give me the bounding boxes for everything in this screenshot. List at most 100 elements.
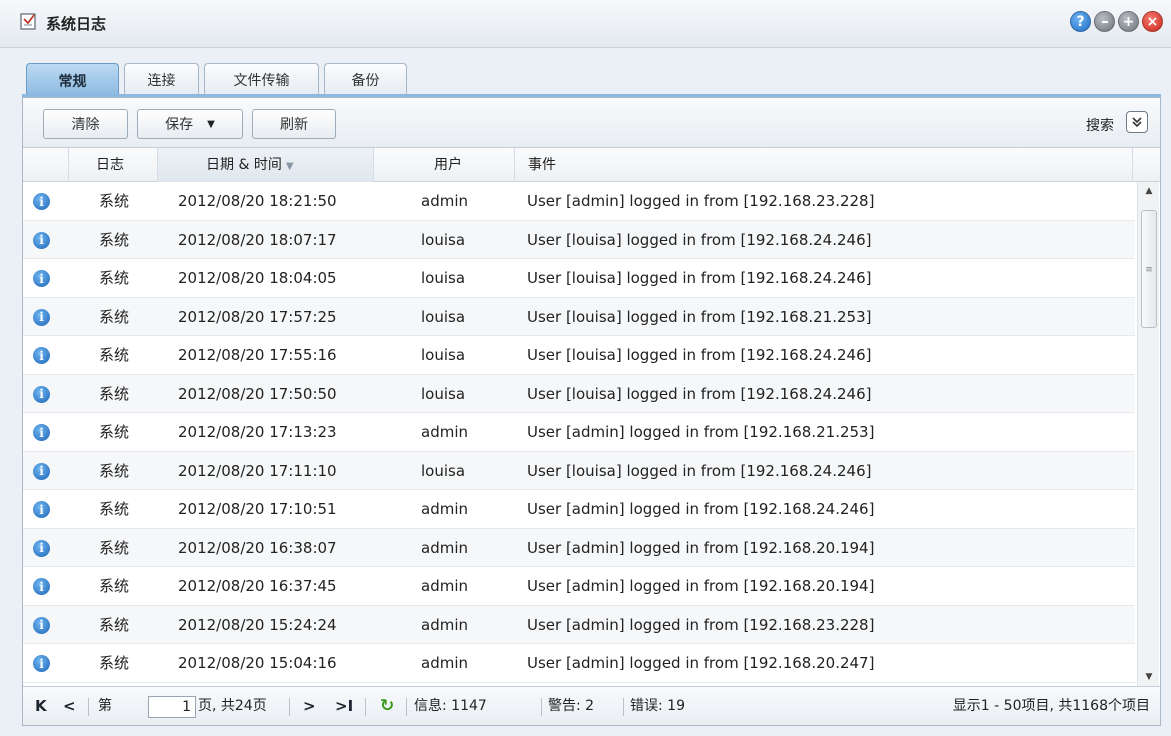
cell-user: louisa	[421, 346, 466, 364]
cell-event: User [louisa] logged in from [192.168.24…	[527, 230, 872, 249]
table-row[interactable]: i 系统 2012/08/20 17:57:25 louisa User [louisa…	[23, 297, 1135, 336]
tab-connection[interactable]: 连接	[124, 63, 199, 95]
cell-user: admin	[421, 192, 468, 210]
info-icon: i	[33, 231, 50, 249]
warning-count: 警告: 2	[548, 698, 595, 714]
maximize-icon[interactable]: +	[1118, 11, 1139, 32]
cell-user: louisa	[421, 461, 466, 480]
prev-page-icon[interactable]: <	[63, 687, 76, 726]
page-prefix: 第	[98, 698, 112, 714]
cell-datetime: 2012/08/20 18:07:17	[178, 230, 337, 249]
cell-event: User [admin] logged in from [192.168.20.…	[527, 654, 875, 672]
cell-user: admin	[421, 423, 468, 441]
refresh-button[interactable]: 刷新	[252, 109, 336, 139]
log-app-icon	[20, 13, 36, 30]
table-row[interactable]: i 系统 2012/08/20 18:07:17 louisa User [louisa…	[23, 220, 1135, 259]
separator	[623, 698, 624, 716]
header-icon-column	[23, 148, 69, 182]
expand-search-icon[interactable]	[1126, 111, 1148, 133]
search-label[interactable]: 搜索	[1086, 115, 1114, 135]
cell-user: admin	[421, 538, 468, 557]
table-row[interactable]: i 系统 2012/08/20 18:21:50 admin User [admin] …	[23, 182, 1135, 221]
tab-backup[interactable]: 备份	[324, 63, 407, 95]
system-log-window: 系统日志 ? + × 常规 连接 文件传输 备份 清除 保存 ▼ 刷新 搜索 日…	[0, 0, 1171, 736]
table-row[interactable]: i 系统 2012/08/20 17:50:50 louisa User [louisa…	[23, 374, 1135, 413]
table-row[interactable]: i 系统 2012/08/20 16:37:45 admin User [admin] …	[23, 567, 1135, 606]
first-page-icon[interactable]: K	[35, 687, 47, 726]
header-datetime[interactable]: 日期 & 时间 ▼	[158, 148, 374, 182]
cell-event: User [louisa] logged in from [192.168.24…	[527, 346, 872, 364]
info-icon: i	[33, 539, 50, 557]
tab-general[interactable]: 常规	[26, 63, 119, 97]
info-icon: i	[33, 347, 50, 364]
header-log[interactable]: 日志	[69, 148, 158, 182]
header-user[interactable]: 用户	[374, 148, 515, 182]
cell-datetime: 2012/08/20 17:13:23	[178, 423, 337, 441]
cell-log: 系统	[99, 423, 130, 441]
cell-log: 系统	[99, 654, 130, 672]
table-row[interactable]: i 系统 2012/08/20 17:10:51 admin User [admin] …	[23, 490, 1135, 529]
cell-event: User [louisa] logged in from [192.168.21…	[527, 307, 872, 326]
help-icon[interactable]: ?	[1070, 11, 1091, 32]
scroll-down-icon[interactable]: ▼	[1138, 668, 1160, 686]
tab-bar: 常规 连接 文件传输 备份	[26, 63, 407, 97]
info-count: 信息: 1147	[414, 698, 487, 714]
table-row[interactable]: i 系统 2012/08/20 15:04:16 admin User [admin] …	[23, 644, 1135, 683]
window-controls: ? + ×	[1070, 11, 1163, 32]
sort-desc-icon: ▼	[285, 161, 294, 172]
scroll-up-icon[interactable]: ▲	[1138, 182, 1160, 200]
cell-event: User [louisa] logged in from [192.168.24…	[527, 269, 872, 287]
separator	[406, 698, 407, 716]
vertical-scrollbar[interactable]: ▲ ≡ ▼	[1137, 182, 1159, 686]
cell-log: 系统	[99, 538, 130, 557]
close-icon[interactable]: ×	[1142, 11, 1163, 32]
cell-datetime: 2012/08/20 17:10:51	[178, 500, 337, 518]
reload-icon[interactable]: ↻	[380, 687, 394, 726]
cell-event: User [admin] logged in from [192.168.20.…	[527, 577, 875, 595]
header-event[interactable]: 事件	[515, 148, 1133, 182]
cell-datetime: 2012/08/20 17:11:10	[178, 461, 337, 480]
cell-datetime: 2012/08/20 15:04:16	[178, 654, 337, 672]
info-icon: i	[33, 655, 50, 672]
tab-file-transfer[interactable]: 文件传输	[204, 63, 319, 95]
display-summary: 显示1 - 50项目, 共1168个项目	[952, 698, 1150, 714]
scroll-thumb[interactable]: ≡	[1141, 210, 1157, 328]
separator	[541, 698, 542, 716]
cell-datetime: 2012/08/20 16:38:07	[178, 538, 337, 557]
log-panel: 清除 保存 ▼ 刷新 搜索 日志 日期 & 时间 ▼ 用户 事件 i 系统 2012/…	[22, 97, 1161, 726]
cell-log: 系统	[99, 500, 130, 518]
clear-button[interactable]: 清除	[43, 109, 128, 139]
minimize-icon[interactable]	[1094, 11, 1115, 32]
info-icon: i	[33, 616, 50, 634]
cell-event: User [admin] logged in from [192.168.23.…	[527, 615, 875, 634]
cell-datetime: 2012/08/20 17:50:50	[178, 384, 337, 403]
table-row[interactable]: i 系统 2012/08/20 15:24:24 admin User [admin] …	[23, 605, 1135, 644]
grid-header: 日志 日期 & 时间 ▼ 用户 事件	[23, 148, 1160, 182]
save-button[interactable]: 保存 ▼	[137, 109, 243, 139]
last-page-icon[interactable]: >I	[335, 687, 353, 726]
table-row[interactable]: i 系统 2012/08/20 17:13:23 admin User [admin] …	[23, 413, 1135, 452]
table-row[interactable]: i 系统 2012/08/20 16:38:07 admin User [admin] …	[23, 528, 1135, 567]
info-icon: i	[33, 424, 50, 441]
next-page-icon[interactable]: >	[303, 687, 316, 726]
separator	[88, 698, 89, 716]
title-bar[interactable]: 系统日志 ? + ×	[0, 0, 1171, 48]
cell-datetime: 2012/08/20 16:37:45	[178, 577, 337, 595]
save-label: 保存	[165, 117, 194, 133]
page-suffix: 页, 共24页	[198, 698, 267, 714]
table-row[interactable]: i 系统 2012/08/20 17:11:10 louisa User [louisa…	[23, 451, 1135, 490]
error-count: 错误: 19	[630, 698, 685, 714]
table-row[interactable]: i 系统 2012/08/20 18:04:05 louisa User [louisa…	[23, 259, 1135, 298]
info-icon: i	[33, 308, 50, 326]
table-row[interactable]: i 系统 2012/08/20 17:55:16 louisa User [louisa…	[23, 336, 1135, 375]
page-number-input[interactable]	[148, 696, 196, 718]
window-title: 系统日志	[46, 15, 107, 33]
cell-user: louisa	[421, 230, 466, 249]
cell-log: 系统	[99, 346, 130, 364]
cell-event: User [admin] logged in from [192.168.24.…	[527, 500, 875, 518]
info-icon: i	[33, 270, 50, 287]
cell-log: 系统	[99, 577, 130, 595]
cell-datetime: 2012/08/20 18:21:50	[178, 192, 337, 210]
cell-log: 系统	[99, 230, 130, 249]
cell-user: admin	[421, 500, 468, 518]
